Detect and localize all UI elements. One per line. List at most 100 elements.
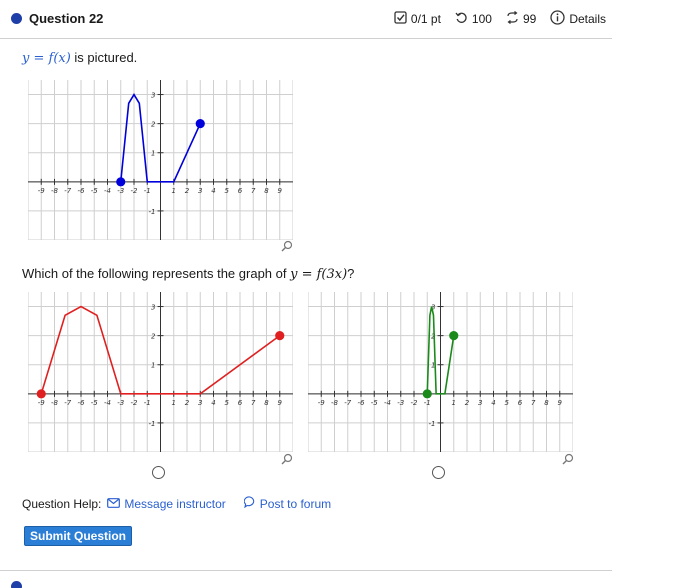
attempts-count: 100	[471, 12, 492, 26]
x-tick-label: 3	[198, 187, 202, 195]
x-tick-label: -9	[38, 187, 46, 195]
endpoint-marker	[422, 389, 432, 399]
magnifier-icon[interactable]	[562, 452, 574, 470]
question-intro: y = f(x) is pictured.	[22, 50, 137, 66]
x-tick-label: -4	[104, 399, 111, 407]
details-link[interactable]: Details	[569, 12, 606, 26]
endpoint-marker	[275, 331, 285, 341]
y-tick-label: -1	[149, 208, 156, 216]
x-tick-label: -7	[64, 399, 72, 407]
option-a-radio[interactable]	[152, 466, 165, 479]
score-text: 0/1 pt	[410, 12, 441, 26]
next-question-header	[0, 570, 612, 588]
endpoint-marker	[36, 389, 46, 399]
info-icon[interactable]	[550, 10, 565, 28]
intro-math: y = f(x)	[22, 51, 71, 66]
question-header: Question 22 0/1 pt 100 99 Details	[0, 0, 612, 39]
x-tick-label: -1	[144, 399, 151, 407]
x-tick-label: 2	[465, 399, 470, 407]
x-tick-label: -1	[144, 187, 151, 195]
x-tick-label: 4	[491, 399, 495, 407]
x-tick-label: 8	[264, 187, 269, 195]
x-tick-label: 1	[172, 399, 176, 407]
x-tick-label: -3	[117, 187, 124, 195]
x-tick-label: 4	[211, 187, 215, 195]
x-tick-label: -3	[397, 399, 404, 407]
y-tick-label: -1	[429, 420, 436, 428]
check-square-icon	[394, 11, 407, 27]
comment-icon	[243, 496, 256, 511]
x-tick-label: -6	[358, 399, 366, 407]
x-tick-label: -9	[38, 399, 46, 407]
submit-question-button[interactable]: Submit Question	[24, 526, 132, 546]
x-tick-label: -5	[371, 399, 379, 407]
intro-text: is pictured.	[74, 50, 138, 65]
x-tick-label: 6	[518, 399, 523, 407]
retry-icon	[455, 11, 468, 27]
x-tick-label: 2	[185, 399, 190, 407]
x-tick-label: -4	[384, 399, 391, 407]
x-tick-label: -5	[91, 399, 99, 407]
x-tick-label: -2	[131, 187, 139, 195]
y-tick-label: -1	[149, 420, 156, 428]
x-tick-label: 6	[238, 187, 243, 195]
question-meta: 0/1 pt 100 99 Details	[394, 10, 606, 28]
x-tick-label: -8	[331, 399, 339, 407]
y-tick-label: 3	[151, 304, 155, 312]
prompt-math: y = f(3x)	[290, 267, 348, 282]
x-tick-label: -8	[51, 187, 59, 195]
endpoint-marker	[195, 119, 205, 129]
submissions-count: 99	[522, 12, 537, 26]
question-status-icon	[11, 13, 22, 24]
prompt-end: ?	[347, 266, 355, 281]
post-to-forum-label: Post to forum	[259, 496, 332, 511]
y-tick-label: 2	[151, 333, 156, 341]
message-instructor-label: Message instructor	[124, 496, 226, 511]
x-tick-label: 1	[452, 399, 456, 407]
option-b-radio[interactable]	[432, 466, 445, 479]
x-tick-label: 5	[225, 187, 230, 195]
x-tick-label: -6	[78, 399, 86, 407]
x-tick-label: 8	[544, 399, 549, 407]
y-tick-label: 1	[151, 150, 155, 158]
x-tick-label: 9	[558, 399, 563, 407]
x-tick-label: -1	[424, 399, 431, 407]
option-graph-a[interactable]: -9 -8 -7 -6 -5 -4 -3 -2 -1 1 2 3 4 5 6 7 8 9-1123	[28, 292, 293, 452]
option-graph-b[interactable]: -9 -8 -7 -6 -5 -4 -3 -2 -1 1 2 3 4 5 6 7 8 9-1123	[308, 292, 573, 452]
endpoint-marker	[449, 331, 459, 341]
x-tick-label: -6	[78, 187, 86, 195]
question-prompt: Which of the following represents the gr…	[22, 266, 354, 282]
question-title: Question 22	[29, 11, 104, 26]
x-tick-label: 8	[264, 399, 269, 407]
mail-icon	[107, 497, 121, 511]
x-tick-label: -7	[344, 399, 352, 407]
x-tick-label: 5	[505, 399, 510, 407]
x-tick-label: -3	[117, 399, 124, 407]
endpoint-marker	[116, 177, 126, 187]
x-tick-label: -2	[131, 399, 139, 407]
magnifier-icon[interactable]	[281, 239, 293, 257]
x-tick-label: 9	[278, 187, 283, 195]
x-tick-label: 3	[198, 399, 202, 407]
post-to-forum-link[interactable]: Post to forum	[243, 496, 332, 511]
x-tick-label: -9	[318, 399, 326, 407]
y-tick-label: 1	[151, 362, 155, 370]
x-tick-label: 6	[238, 399, 243, 407]
x-tick-label: -2	[411, 399, 419, 407]
message-instructor-link[interactable]: Message instructor	[107, 496, 226, 511]
x-tick-label: 1	[172, 187, 176, 195]
x-tick-label: 7	[531, 399, 536, 407]
x-tick-label: -4	[104, 187, 111, 195]
help-label: Question Help:	[22, 496, 102, 511]
y-tick-label: 2	[151, 121, 156, 129]
x-tick-label: -5	[91, 187, 99, 195]
x-tick-label: 7	[251, 399, 256, 407]
y-tick-label: 3	[151, 92, 155, 100]
x-tick-label: 4	[211, 399, 215, 407]
refresh-icon	[506, 11, 519, 27]
x-tick-label: 2	[185, 187, 190, 195]
magnifier-icon[interactable]	[281, 452, 293, 470]
x-tick-label: 5	[225, 399, 230, 407]
question-help-row: Question Help: Message instructor Post t…	[22, 496, 331, 511]
x-tick-label: 9	[278, 399, 283, 407]
